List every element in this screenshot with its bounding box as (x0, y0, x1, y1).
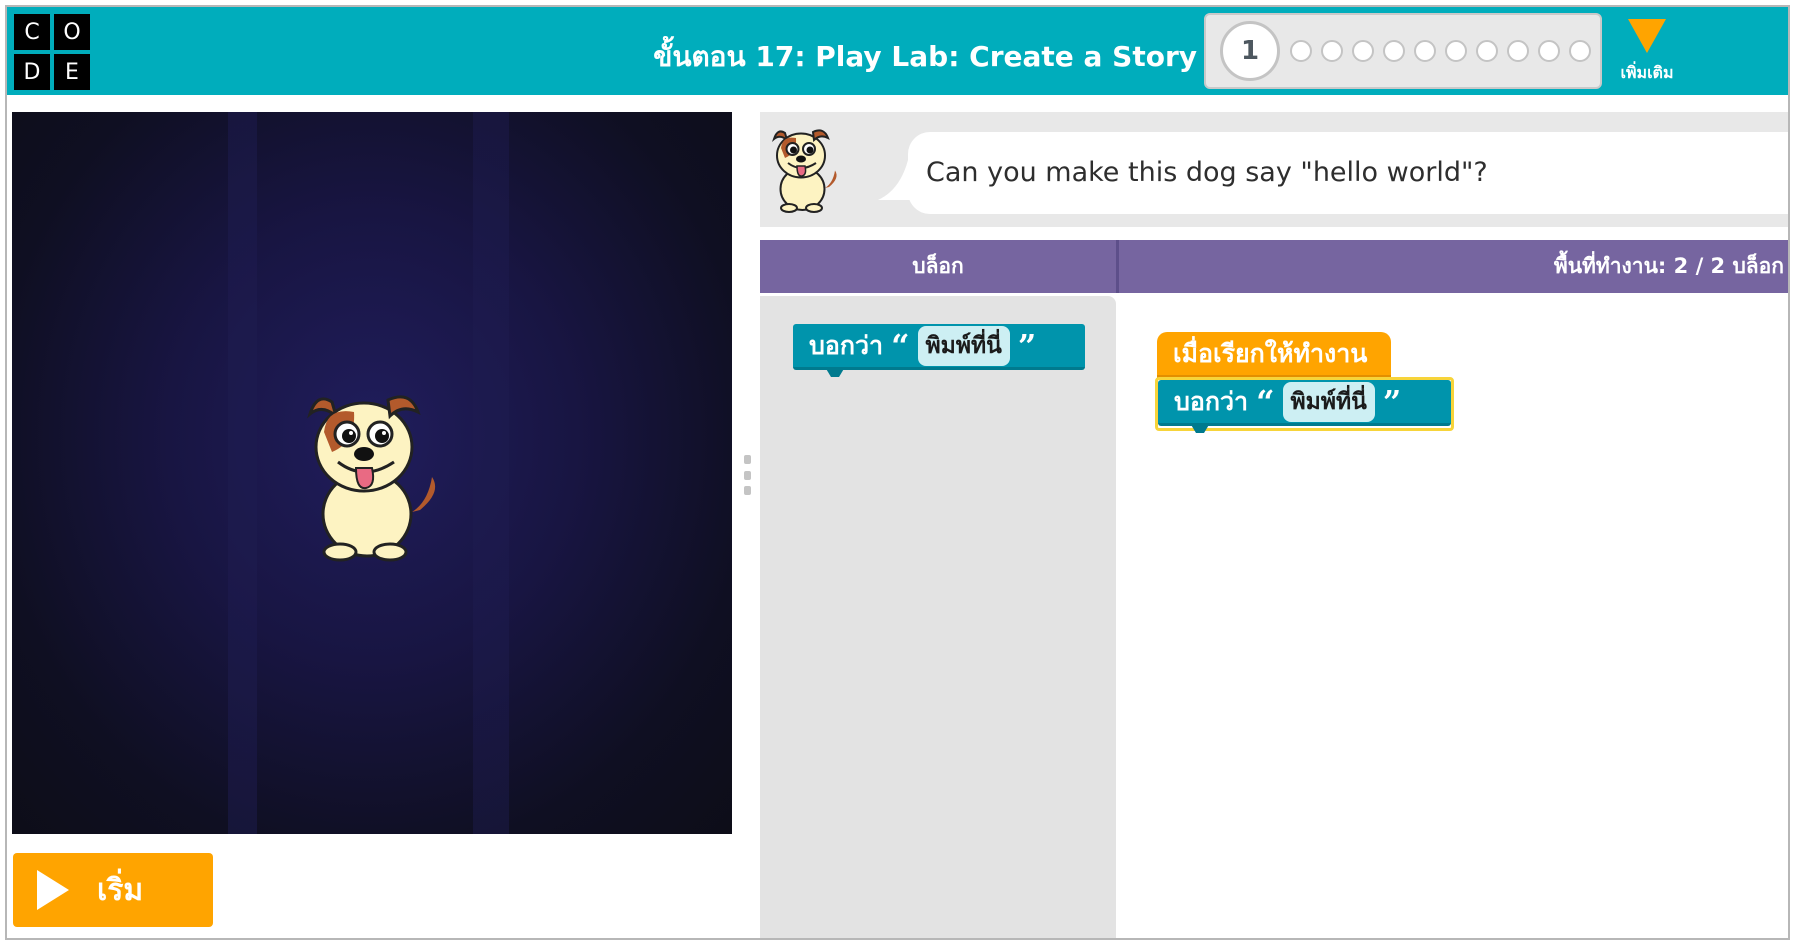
instructions-panel: Can you make this dog say "hello world"? (760, 112, 1788, 227)
progress-level-dot[interactable] (1290, 40, 1312, 62)
triangle-down-icon (1628, 19, 1666, 53)
workspace-say-block[interactable]: บอกว่า “ พิมพ์ที่นี่ ” (1158, 380, 1451, 433)
when-run-label: เมื่อเรียกให้ทำงาน (1173, 338, 1368, 368)
instruction-text: Can you make this dog say "hello world"? (926, 157, 1488, 188)
close-quote: ” (1017, 326, 1037, 365)
logo-letter: D (14, 54, 50, 90)
workspace[interactable]: เมื่อเรียกให้ทำงาน บอกว่า “ พิมพ์ที่นี่ … (1119, 296, 1788, 938)
progress-bar: 1 (1204, 13, 1602, 89)
progress-level-dot[interactable] (1507, 40, 1529, 62)
progress-level-dot[interactable] (1383, 40, 1405, 62)
more-button[interactable]: เพิ่มเติม (1607, 19, 1687, 86)
progress-level-dot[interactable] (1352, 40, 1374, 62)
say-text-field[interactable]: พิมพ์ที่นี่ (917, 325, 1010, 366)
progress-level-dot[interactable] (1414, 40, 1436, 62)
instruction-bubble: Can you make this dog say "hello world"? (908, 132, 1788, 214)
open-quote: “ (891, 326, 910, 365)
code-logo[interactable]: C O D E (14, 14, 90, 90)
run-button-label: เริ่ม (97, 872, 144, 908)
progress-current-level[interactable]: 1 (1220, 21, 1280, 81)
toolbox-say-block[interactable]: บอกว่า “ พิมพ์ที่นี่ ” (793, 324, 1085, 377)
logo-letter: E (54, 54, 90, 90)
workspace-header: บล็อก พื้นที่ทำงาน: 2 / 2 บล็อก (760, 240, 1788, 293)
progress-level-dot[interactable] (1538, 40, 1560, 62)
open-quote: “ (1256, 382, 1275, 421)
toolbox-header-label: บล็อก (912, 254, 964, 278)
header-bar: C O D E ขั้นตอน 17: Play Lab: Create a S… (7, 7, 1788, 95)
dog-icon (307, 395, 436, 562)
say-text-field[interactable]: พิมพ์ที่นี่ (1282, 381, 1375, 422)
when-run-block[interactable]: เมื่อเรียกให้ทำงาน (1157, 332, 1391, 378)
run-button[interactable]: เริ่ม (13, 853, 213, 927)
app-frame: C O D E ขั้นตอน 17: Play Lab: Create a S… (5, 5, 1790, 940)
workspace-header-label: พื้นที่ทำงาน: 2 / 2 บล็อก (1553, 254, 1784, 278)
more-label: เพิ่มเติม (1620, 63, 1674, 82)
close-quote: ” (1382, 382, 1402, 421)
say-block-label: บอกว่า (1174, 386, 1249, 416)
progress-level-dot[interactable] (1445, 40, 1467, 62)
say-block-label: บอกว่า (809, 330, 884, 360)
stage-title[interactable]: ขั้นตอน 17: Play Lab: Create a Story (597, 35, 1197, 79)
toolbox[interactable]: บอกว่า “ พิมพ์ที่นี่ ” (760, 296, 1116, 938)
progress-level-dot[interactable] (1321, 40, 1343, 62)
header-divider (1116, 240, 1119, 293)
logo-letter: O (54, 14, 90, 50)
dog-icon (772, 129, 837, 213)
progress-level-dot[interactable] (1476, 40, 1498, 62)
play-icon (37, 870, 69, 910)
resize-handle[interactable] (742, 455, 752, 495)
progress-level-dot[interactable] (1569, 40, 1591, 62)
logo-letter: C (14, 14, 50, 50)
game-stage[interactable] (12, 112, 732, 834)
